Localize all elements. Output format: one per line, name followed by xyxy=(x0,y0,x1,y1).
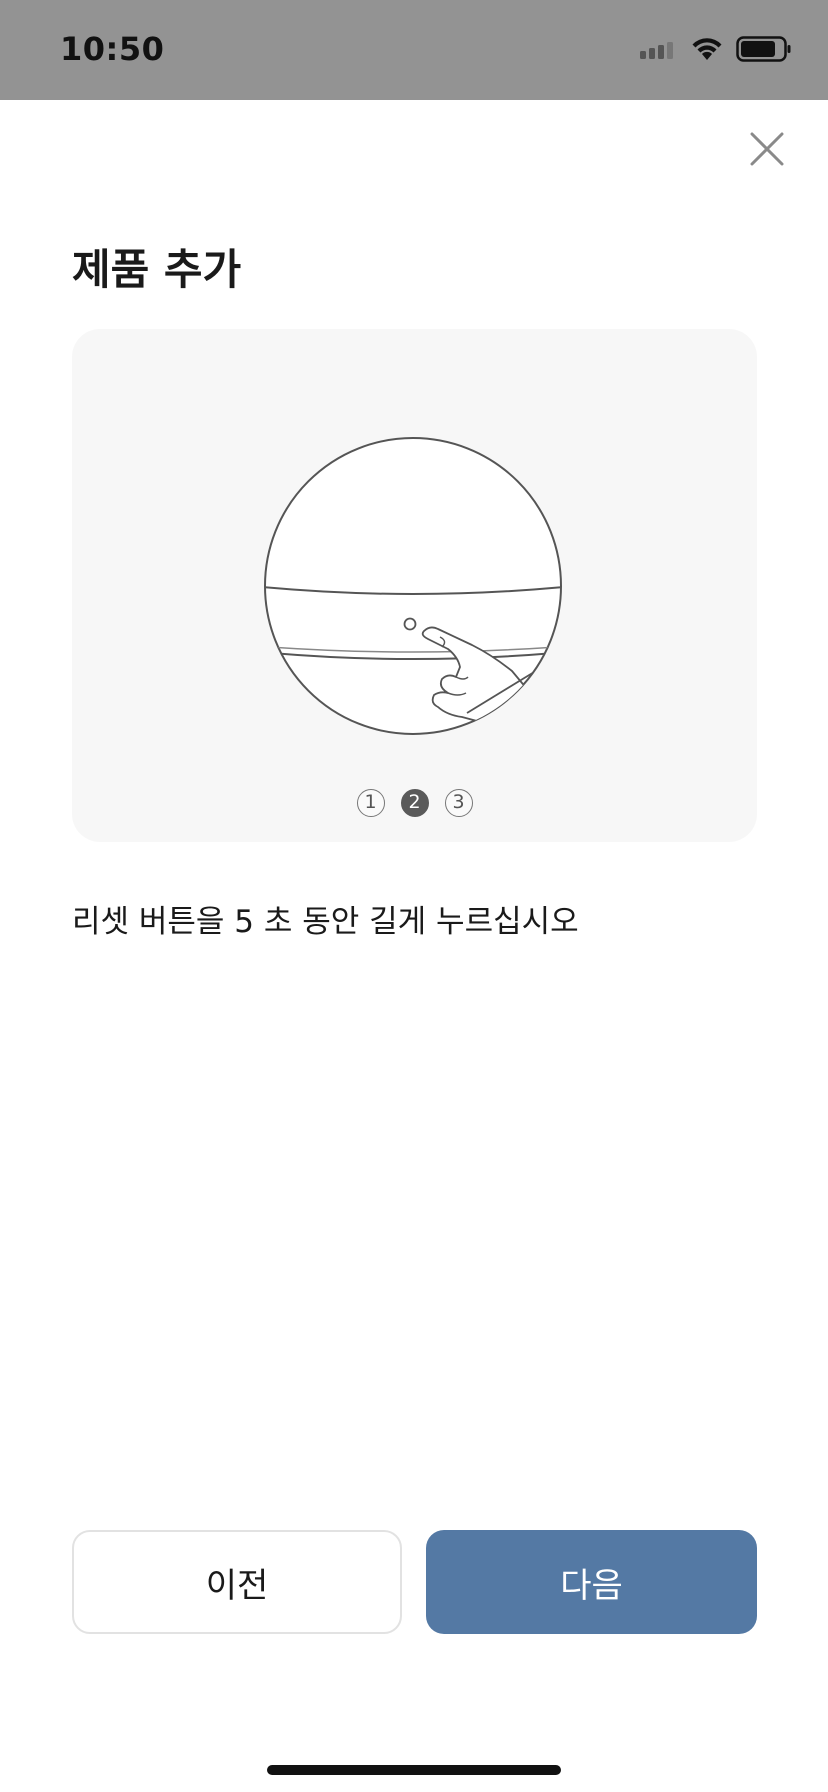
prev-button-label: 이전 xyxy=(205,1565,269,1606)
status-icons xyxy=(638,34,792,64)
wifi-icon xyxy=(692,38,722,60)
step-indicator-2[interactable]: 2 xyxy=(400,789,429,817)
status-bar: 10:50 xyxy=(0,0,828,100)
home-indicator[interactable] xyxy=(267,1765,561,1775)
close-icon xyxy=(750,132,784,166)
next-button-label: 다음 xyxy=(560,1565,623,1606)
page-title: 제품 추가 xyxy=(72,245,242,294)
illustration-card: 1 2 3 xyxy=(72,329,757,842)
device-reset-illustration xyxy=(264,437,562,735)
signal-icon xyxy=(640,42,673,59)
prev-button[interactable]: 이전 xyxy=(72,1530,402,1634)
instruction-text: 리셋 버튼을 5 초 동안 길게 누르십시오 xyxy=(72,904,579,940)
next-button[interactable]: 다음 xyxy=(426,1530,757,1634)
close-button[interactable] xyxy=(744,126,790,172)
battery-icon xyxy=(736,36,791,62)
step-indicator-1[interactable]: 1 xyxy=(356,789,385,817)
add-product-screen: 10:50 제품 추가 1 2 3 리셋 버튼을 5 초 동안 길게 누르십시오… xyxy=(0,0,828,1792)
step-indicator-3[interactable]: 3 xyxy=(444,789,473,817)
status-time: 10:50 xyxy=(60,30,165,68)
step-indicator: 1 2 3 xyxy=(72,789,757,817)
